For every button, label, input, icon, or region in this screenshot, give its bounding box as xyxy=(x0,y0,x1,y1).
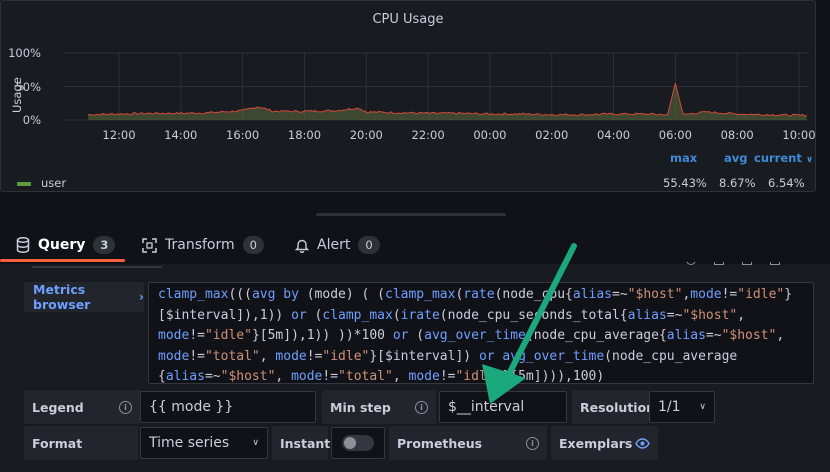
prometheus-field-label: Prometheus i xyxy=(389,426,547,460)
transform-icon xyxy=(142,237,157,253)
metrics-browser-label: Metrics browser xyxy=(33,282,91,312)
x-tick-label: 14:00 xyxy=(164,128,198,142)
x-tick-label: 18:00 xyxy=(287,128,322,142)
info-icon[interactable]: i xyxy=(415,400,428,414)
chevron-down-icon: ∨ xyxy=(252,438,259,448)
database-icon xyxy=(16,237,30,253)
legend-current-header[interactable]: current ∨ xyxy=(754,151,813,165)
exemplars-label-text: Exemplars xyxy=(559,435,633,451)
format-value: Time series xyxy=(149,435,230,451)
query-code-line: mode!="total", mode!="idle"}[$interval])… xyxy=(158,348,738,364)
tab-transform[interactable]: Transform 0 xyxy=(142,228,264,262)
query-code-line: clamp_max(((avg by (mode) ( (clamp_max(r… xyxy=(158,287,793,302)
query-code-line: mode!="idle"}[5m]),1)) ))*100 or (avg_ov… xyxy=(158,328,785,343)
x-tick-label: 12:00 xyxy=(102,128,136,142)
legend-input[interactable]: {{ mode }} xyxy=(140,391,316,423)
chevron-down-icon: ∨ xyxy=(699,402,706,412)
x-tick-label: 08:00 xyxy=(720,128,754,142)
x-tick-label: 22:00 xyxy=(411,128,445,142)
x-tick-label: 04:00 xyxy=(596,128,631,142)
legend-current-label: current xyxy=(754,151,802,165)
x-tick-label: 00:00 xyxy=(473,128,507,142)
x-tick-label: 16:00 xyxy=(226,128,260,142)
instant-toggle[interactable] xyxy=(342,435,374,451)
chevron-right-icon: › xyxy=(139,290,144,304)
legend-label-text: Legend xyxy=(32,399,84,415)
prometheus-label-text: Prometheus xyxy=(397,435,483,451)
series-line-user[interactable] xyxy=(88,83,807,117)
series-area-user xyxy=(88,83,807,120)
resolution-field-label: Resolution xyxy=(572,390,655,424)
min-step-input[interactable]: $__interval xyxy=(439,391,567,423)
cpu-usage-panel: CPU Usage Usage 100% 50% 0% 12:00 14:00 16… xyxy=(0,0,816,192)
legend-max-value: 55.43% xyxy=(663,176,707,190)
x-tick-label: 02:00 xyxy=(535,128,569,142)
min-step-label-text: Min step xyxy=(330,399,391,415)
exemplars-field-label: Exemplars xyxy=(551,426,658,460)
tab-transform-count: 0 xyxy=(242,236,264,254)
legend-series-name[interactable]: user xyxy=(41,176,66,190)
info-icon[interactable]: i xyxy=(526,436,539,450)
query-expression-editor[interactable]: clamp_max(((avg by (mode) ( (clamp_max(r… xyxy=(148,282,814,384)
format-field-label: Format xyxy=(24,426,138,460)
x-tick-label: 20:00 xyxy=(349,128,383,142)
bell-icon xyxy=(295,239,309,253)
legend-max-header[interactable]: max xyxy=(670,151,697,165)
format-select[interactable]: Time series ∨ xyxy=(140,427,268,459)
tab-query[interactable]: Query 3 xyxy=(16,228,116,262)
query-code-line: [$interval]),1)) or (clamp_max(irate(nod… xyxy=(158,307,746,323)
instant-field-label: Instant xyxy=(272,426,330,460)
query-row-actions-partial[interactable] xyxy=(686,262,806,267)
toggle-knob xyxy=(344,437,356,449)
legend-avg-header[interactable]: avg xyxy=(724,151,748,165)
tab-alert-label: Alert xyxy=(317,237,351,253)
min-step-field-label: Min step i xyxy=(322,390,436,424)
panel-resize-handle[interactable] xyxy=(316,213,506,216)
tab-query-count: 3 xyxy=(93,236,116,254)
sort-chevron-icon: ∨ xyxy=(805,155,814,165)
eye-icon[interactable] xyxy=(635,437,650,449)
instant-toggle-wrapper xyxy=(331,427,385,459)
info-icon[interactable]: i xyxy=(119,400,132,414)
legend-series-swatch xyxy=(17,182,31,186)
x-tick-label: 10:00 xyxy=(782,128,816,142)
x-tick-label: 06:00 xyxy=(658,128,692,142)
query-row-header-partial xyxy=(0,262,830,270)
tab-alert[interactable]: Alert 0 xyxy=(295,228,380,262)
query-code-line: {alias=~"$host", mode!="total", mode!="i… xyxy=(158,369,605,384)
metrics-browser-button[interactable]: Metrics browser › xyxy=(24,282,144,312)
tab-alert-count: 0 xyxy=(358,236,380,254)
legend-avg-value: 8.67% xyxy=(719,176,756,190)
resolution-select[interactable]: 1/1 ∨ xyxy=(649,391,715,423)
resolution-value: 1/1 xyxy=(658,399,681,415)
legend-field-label: Legend i xyxy=(24,390,140,424)
tab-query-label: Query xyxy=(38,237,86,253)
legend-current-value: 6.54% xyxy=(768,176,805,190)
tab-transform-label: Transform xyxy=(165,237,235,253)
